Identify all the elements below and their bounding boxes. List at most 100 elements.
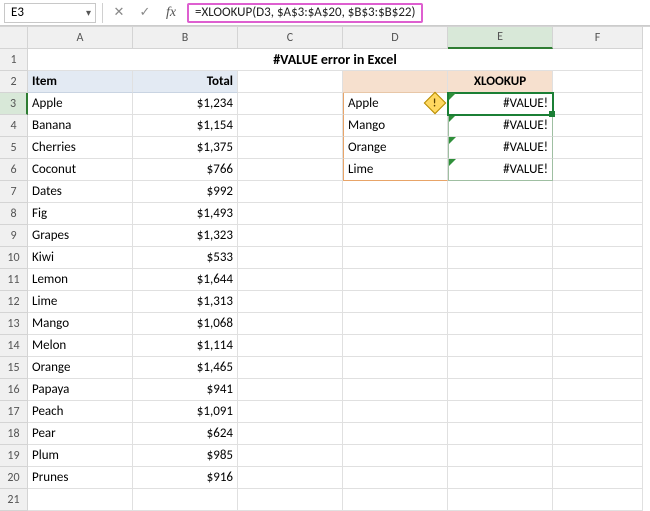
cell-E20[interactable] — [448, 467, 553, 489]
cell-E17[interactable] — [448, 401, 553, 423]
cell-C7[interactable] — [238, 181, 343, 203]
header-item[interactable]: Item — [28, 71, 133, 93]
column-header-A[interactable]: A — [28, 27, 133, 49]
cell-C5[interactable] — [238, 137, 343, 159]
item-name[interactable]: Mango — [28, 313, 133, 335]
cell-C19[interactable] — [238, 445, 343, 467]
item-total[interactable]: $1,114 — [133, 335, 238, 357]
cell-D9[interactable] — [343, 225, 448, 247]
cell-F7[interactable] — [553, 181, 643, 203]
cell-D11[interactable] — [343, 269, 448, 291]
item-name[interactable]: Lime — [28, 291, 133, 313]
insert-function-button[interactable]: fx — [161, 3, 181, 23]
item-total[interactable]: $1,091 — [133, 401, 238, 423]
item-total[interactable]: $1,493 — [133, 203, 238, 225]
cell-E16[interactable] — [448, 379, 553, 401]
row-header-6[interactable]: 6 — [0, 159, 28, 181]
item-name[interactable]: Coconut — [28, 159, 133, 181]
item-name[interactable]: Pear — [28, 423, 133, 445]
row-header-13[interactable]: 13 — [0, 313, 28, 335]
row-header-3[interactable]: 3 — [0, 93, 28, 115]
cell-E9[interactable] — [448, 225, 553, 247]
cell-F17[interactable] — [553, 401, 643, 423]
item-total[interactable]: $766 — [133, 159, 238, 181]
header-total[interactable]: Total — [133, 71, 238, 93]
item-name[interactable]: Cherries — [28, 137, 133, 159]
item-name[interactable]: Orange — [28, 357, 133, 379]
row-header-12[interactable]: 12 — [0, 291, 28, 313]
name-box[interactable]: E3 ▾ — [4, 3, 96, 23]
cancel-formula-button[interactable]: ✕ — [109, 3, 129, 23]
column-header-D[interactable]: D — [343, 27, 448, 49]
row-header-15[interactable]: 15 — [0, 357, 28, 379]
cell-F16[interactable] — [553, 379, 643, 401]
cell-E8[interactable] — [448, 203, 553, 225]
column-header-B[interactable]: B — [133, 27, 238, 49]
cell-F3[interactable] — [553, 93, 643, 115]
chevron-down-icon[interactable]: ▾ — [86, 6, 91, 19]
cell-C9[interactable] — [238, 225, 343, 247]
cell-C3[interactable] — [238, 93, 343, 115]
cell-D8[interactable] — [343, 203, 448, 225]
item-name[interactable]: Papaya — [28, 379, 133, 401]
cell-D17[interactable] — [343, 401, 448, 423]
cell-F11[interactable] — [553, 269, 643, 291]
item-name[interactable]: Fig — [28, 203, 133, 225]
cell-E14[interactable] — [448, 335, 553, 357]
item-name[interactable]: Plum — [28, 445, 133, 467]
cell-F2[interactable] — [553, 71, 643, 93]
cell-C17[interactable] — [238, 401, 343, 423]
row-header-9[interactable]: 9 — [0, 225, 28, 247]
row-header-4[interactable]: 4 — [0, 115, 28, 137]
cell-F12[interactable] — [553, 291, 643, 313]
lookup-key[interactable]: Mango — [343, 115, 448, 137]
cell-E10[interactable] — [448, 247, 553, 269]
item-name[interactable]: Lemon — [28, 269, 133, 291]
cell-C2[interactable] — [238, 71, 343, 93]
select-all-corner[interactable] — [0, 27, 28, 49]
lookup-result[interactable]: #VALUE! — [448, 115, 553, 137]
row-header-1[interactable]: 1 — [0, 49, 28, 71]
cell-E7[interactable] — [448, 181, 553, 203]
cell-F10[interactable] — [553, 247, 643, 269]
cell-E18[interactable] — [448, 423, 553, 445]
item-name[interactable]: Melon — [28, 335, 133, 357]
header-xlookup[interactable]: XLOOKUP — [448, 71, 553, 93]
cell-E15[interactable] — [448, 357, 553, 379]
cell-C12[interactable] — [238, 291, 343, 313]
row-header-8[interactable]: 8 — [0, 203, 28, 225]
row-header-21[interactable]: 21 — [0, 489, 28, 511]
cell-F6[interactable] — [553, 159, 643, 181]
item-name[interactable]: Apple — [28, 93, 133, 115]
lookup-key[interactable]: Lime — [343, 159, 448, 181]
cell-D20[interactable] — [343, 467, 448, 489]
formula-input[interactable]: =XLOOKUP(D3, $A$3:$A$20, $B$3:$B$22) — [187, 3, 423, 23]
cell-D21[interactable] — [343, 489, 448, 511]
confirm-formula-button[interactable]: ✓ — [135, 3, 155, 23]
column-header-E[interactable]: E — [448, 27, 553, 49]
cell-F9[interactable] — [553, 225, 643, 247]
cell-F18[interactable] — [553, 423, 643, 445]
cell-D18[interactable] — [343, 423, 448, 445]
page-title[interactable]: #VALUE error in Excel — [28, 49, 643, 71]
row-header-19[interactable]: 19 — [0, 445, 28, 467]
row-header-18[interactable]: 18 — [0, 423, 28, 445]
item-total[interactable]: $1,234 — [133, 93, 238, 115]
cell-A21[interactable] — [28, 489, 133, 511]
item-name[interactable]: Dates — [28, 181, 133, 203]
cell-E13[interactable] — [448, 313, 553, 335]
cell-F8[interactable] — [553, 203, 643, 225]
cell-D14[interactable] — [343, 335, 448, 357]
cell-D12[interactable] — [343, 291, 448, 313]
item-total[interactable]: $624 — [133, 423, 238, 445]
item-total[interactable]: $985 — [133, 445, 238, 467]
lookup-result[interactable]: #VALUE! — [448, 137, 553, 159]
item-total[interactable]: $1,644 — [133, 269, 238, 291]
item-name[interactable]: Banana — [28, 115, 133, 137]
item-name[interactable]: Prunes — [28, 467, 133, 489]
lookup-key[interactable]: Orange — [343, 137, 448, 159]
cell-C21[interactable] — [238, 489, 343, 511]
row-header-17[interactable]: 17 — [0, 401, 28, 423]
cell-C6[interactable] — [238, 159, 343, 181]
column-header-C[interactable]: C — [238, 27, 343, 49]
